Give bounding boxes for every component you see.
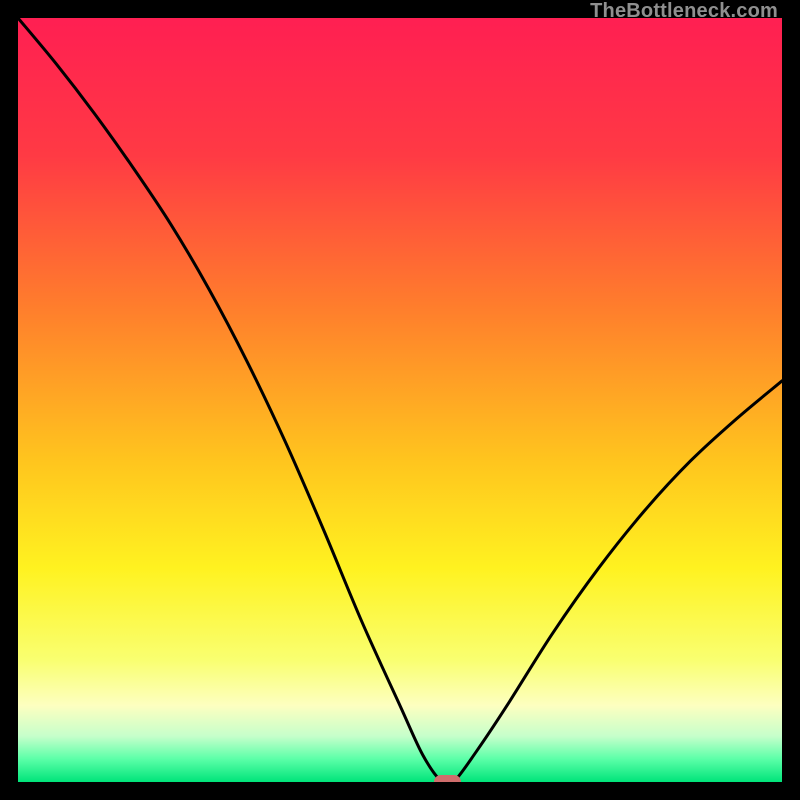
chart-frame: TheBottleneck.com [0, 0, 800, 800]
watermark-text: TheBottleneck.com [590, 0, 778, 23]
optimal-marker [434, 775, 462, 782]
plot-area [18, 18, 782, 782]
bottleneck-curve [18, 18, 782, 782]
